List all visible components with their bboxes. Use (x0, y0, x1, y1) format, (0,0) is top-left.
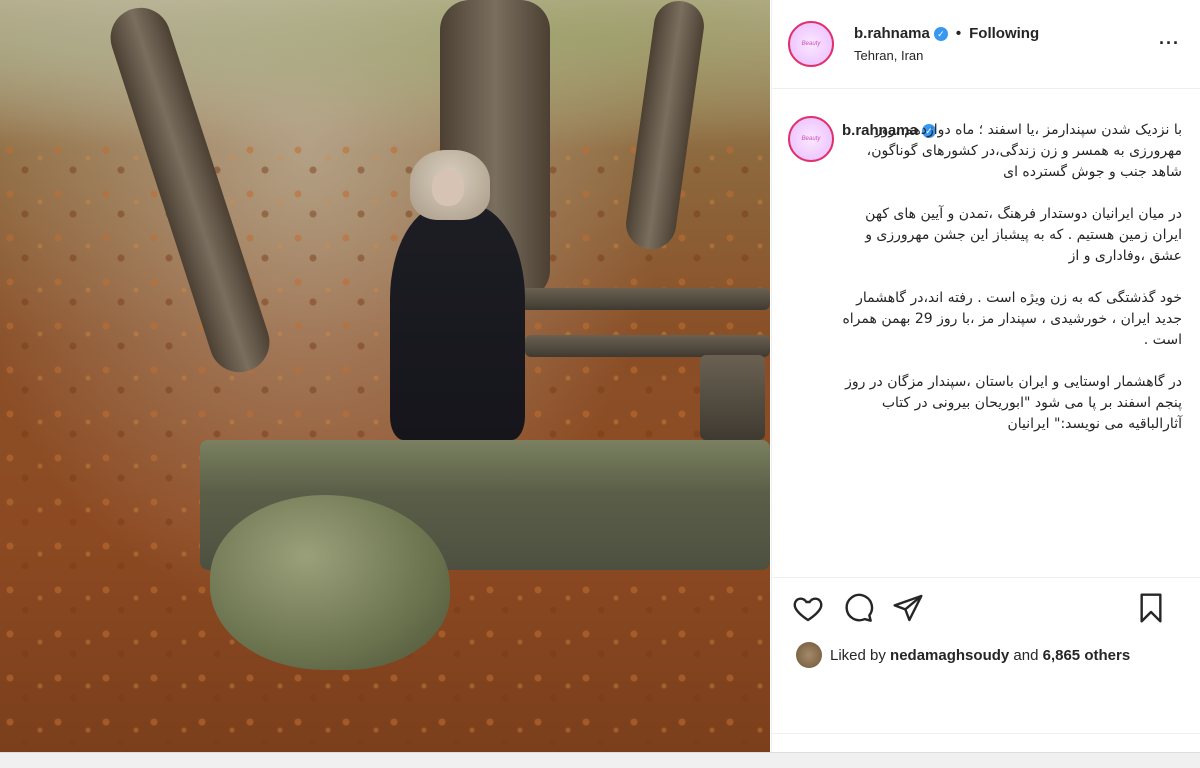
post-side-panel: Beauty b.rahnama ✓ • Following Tehran, I… (771, 0, 1200, 752)
header-user-row: b.rahnama ✓ • Following (854, 25, 1039, 42)
avatar[interactable]: Beauty (788, 21, 834, 67)
likes-summary: Liked by nedamaghsoudy and 6,865 others (796, 642, 1200, 668)
comments-area[interactable]: Beauty b.rahnama ✓ با نزدیک شدن سپندارمز… (772, 90, 1200, 576)
liker-avatar[interactable] (796, 642, 822, 668)
following-button[interactable]: Following (969, 25, 1039, 42)
horizontal-scrollbar[interactable] (0, 752, 1200, 768)
heart-icon[interactable] (792, 592, 824, 624)
caption: b.rahnama ✓ با نزدیک شدن سپندارمز ،یا اس… (842, 120, 1182, 456)
bench-back (520, 288, 770, 310)
person-face (432, 170, 464, 206)
location-link[interactable]: Tehran, Iran (854, 48, 1039, 63)
more-options-icon[interactable]: ··· (1159, 33, 1180, 54)
caption-paragraph: با نزدیک شدن سپندارمز ،یا اسفند ؛ ماه دو… (866, 122, 1182, 180)
verified-badge-icon: ✓ (933, 26, 948, 41)
caption-paragraph: در گاهشمار اوستایی و ایران باستان ،سپندا… (845, 374, 1182, 432)
header-meta: b.rahnama ✓ • Following Tehran, Iran (854, 25, 1039, 63)
separator-dot: • (955, 25, 962, 42)
likes-others-link[interactable]: 6,865 others (1043, 647, 1131, 664)
caption-avatar[interactable]: Beauty (788, 116, 834, 162)
comment-icon[interactable] (842, 592, 874, 624)
caption-paragraph: در میان ایرانیان دوستدار فرهنگ ،تمدن و آ… (865, 206, 1182, 264)
bench-leg (700, 355, 765, 440)
liked-by-middle: and (1013, 646, 1039, 664)
person-cloak (390, 205, 525, 440)
bookmark-icon[interactable] (1135, 592, 1167, 624)
share-icon[interactable] (892, 592, 924, 624)
bench-seat (525, 335, 770, 357)
avatar-text: Beauty (801, 41, 821, 47)
post-photo[interactable] (0, 0, 770, 752)
seated-person (380, 150, 530, 445)
post-header: Beauty b.rahnama ✓ • Following Tehran, I… (772, 0, 1200, 89)
username-link[interactable]: b.rahnama (854, 25, 930, 42)
caption-paragraph: خود گذشتگی که به زن ویژه است . رفته اند،… (842, 290, 1182, 348)
action-icons (772, 578, 1200, 624)
post-actions: Liked by nedamaghsoudy and 6,865 others (772, 577, 1200, 737)
liker-username[interactable]: nedamaghsoudy (890, 647, 1009, 664)
avatar-text: Beauty (801, 136, 821, 142)
divider (772, 733, 1200, 734)
liked-by-prefix: Liked by (830, 646, 886, 664)
